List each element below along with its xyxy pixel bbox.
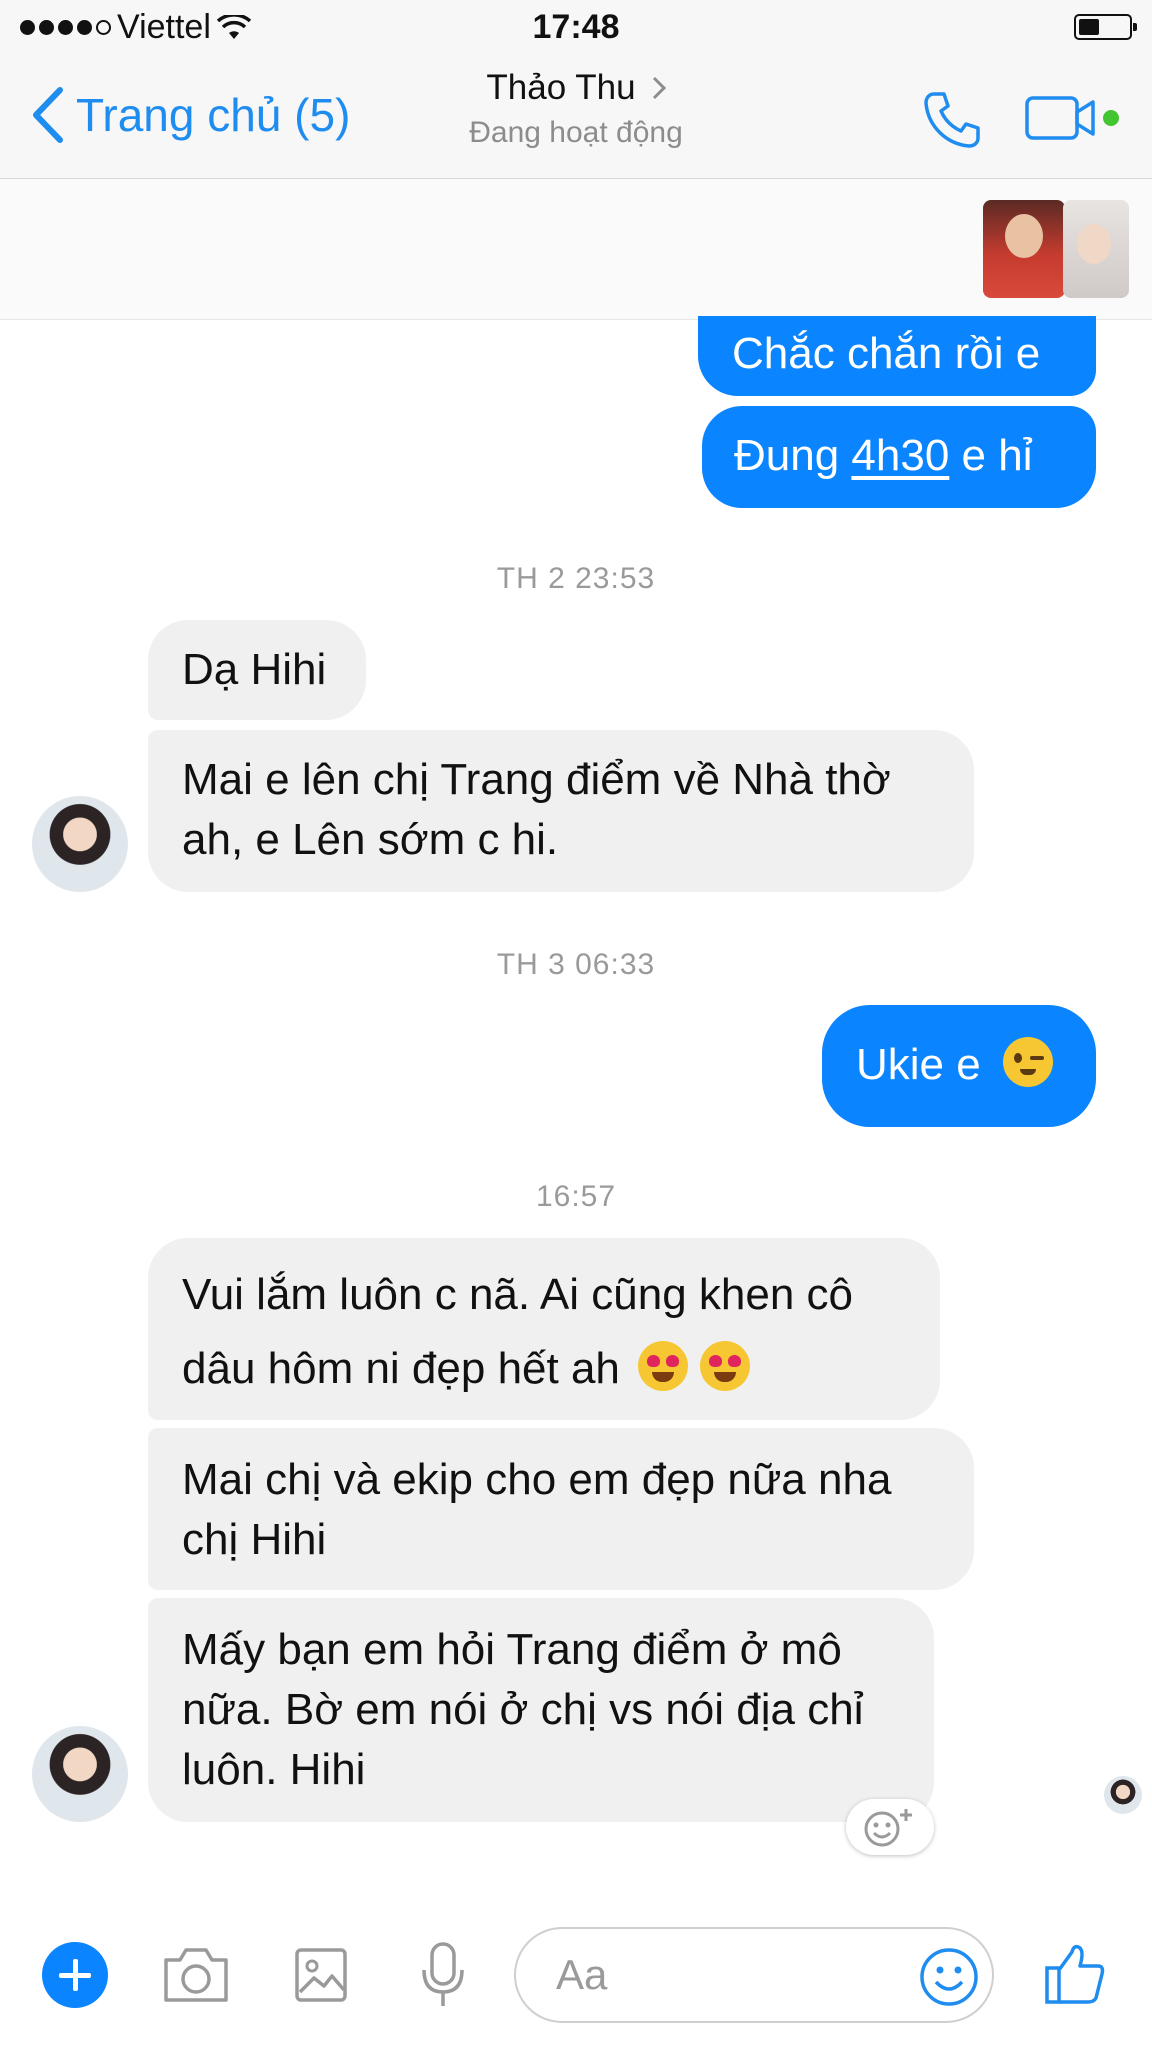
gallery-icon[interactable] <box>294 1944 348 2004</box>
emoji-icon[interactable] <box>918 1946 980 2008</box>
message-incoming[interactable]: Mai chị và ekip cho em đẹp nữa nha chị H… <box>148 1428 974 1590</box>
message-text: e hỉ <box>949 431 1033 480</box>
timestamp: TH 3 06:33 <box>496 948 656 981</box>
message-incoming[interactable]: Dạ Hihi <box>148 620 366 720</box>
heart-eyes-emoji <box>638 1341 689 1391</box>
battery-icon <box>1074 14 1137 40</box>
contact-avatar[interactable] <box>32 796 128 892</box>
timestamp: TH 2 23:53 <box>496 562 656 595</box>
message-line: Vui lắm luôn c nã. Ai cũng khen cô <box>182 1270 853 1319</box>
message-input-placeholder: Aa <box>556 1951 608 1998</box>
message-line: nữa. Bờ em nói ở chị vs nói địa chỉ <box>182 1685 864 1734</box>
message-line: ah, e Lên sớm c hi. <box>182 815 559 864</box>
message-outgoing[interactable]: Ukie e <box>822 1005 1096 1127</box>
message-text: Ukie e <box>856 1040 981 1089</box>
contact-name: Thảo Thu <box>486 68 636 107</box>
contact-avatar[interactable] <box>32 1726 128 1822</box>
contact-photo-light[interactable] <box>1063 200 1129 298</box>
clock: 17:48 <box>532 8 620 46</box>
time-link[interactable]: 4h30 <box>851 431 949 480</box>
phone-call-icon[interactable] <box>920 88 984 152</box>
message-line: Mai e lên chị Trang điểm về Nhà thờ <box>182 755 891 804</box>
wink-emoji <box>1002 1037 1053 1087</box>
message-line: luôn. Hihi <box>182 1745 366 1794</box>
message-incoming[interactable]: Mấy bạn em hỏi Trang điểm ở mô nữa. Bờ e… <box>148 1598 934 1822</box>
heart-eyes-emoji <box>700 1341 751 1391</box>
message-incoming[interactable]: Vui lắm luôn c nã. Ai cũng khen cô dâu h… <box>148 1238 940 1420</box>
message-text: Đung <box>734 431 852 480</box>
message-line: chị Hihi <box>182 1515 327 1564</box>
message-text: Dạ Hihi <box>182 645 327 694</box>
message-text: Chắc chắn rồi e <box>732 329 1041 378</box>
add-reaction-button[interactable] <box>846 1799 934 1855</box>
status-bar: Viettel 17:48 <box>0 0 1152 58</box>
chevron-right-icon <box>652 76 666 100</box>
message-outgoing[interactable]: Đung 4h30 e hỉ <box>702 406 1096 508</box>
message-outgoing[interactable]: Chắc chắn rồi e <box>698 316 1096 396</box>
timestamp: 16:57 <box>535 1180 617 1213</box>
more-actions-button[interactable] <box>42 1942 108 2008</box>
thumbs-up-icon[interactable] <box>1044 1942 1106 2006</box>
smiley-plus-icon <box>864 1809 912 1847</box>
participants-strip <box>0 179 1152 320</box>
conversation-header: Trang chủ (5) Thảo Thu Đang hoạt động <box>0 58 1152 179</box>
contact-photo-red[interactable] <box>983 200 1065 298</box>
microphone-icon[interactable] <box>418 1940 468 2010</box>
camera-icon[interactable] <box>162 1944 230 2004</box>
seen-indicator-avatar <box>1104 1776 1142 1814</box>
video-call-icon[interactable] <box>1025 92 1125 144</box>
message-line: Mấy bạn em hỏi Trang điểm ở mô <box>182 1625 842 1674</box>
message-incoming[interactable]: Mai e lên chị Trang điểm về Nhà thờ ah, … <box>148 730 974 892</box>
message-line: dâu hôm ni đẹp hết ah <box>182 1344 620 1393</box>
message-line: Mai chị và ekip cho em đẹp nữa nha <box>182 1455 892 1504</box>
